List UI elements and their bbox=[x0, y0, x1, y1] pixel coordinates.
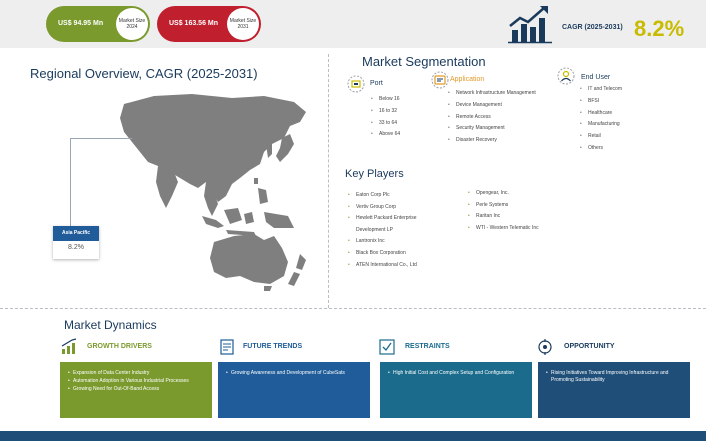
market-size-2031-value: US$ 163.56 Mn bbox=[169, 20, 219, 27]
key-players-list-2: Opengear, Inc. Perle Systems Raritan Inc… bbox=[468, 188, 539, 235]
restraints-heading: RESTRAINTS bbox=[405, 343, 450, 350]
opportunity-icon bbox=[538, 339, 552, 355]
list-item: Black Box Corporation bbox=[348, 248, 417, 260]
regional-overview-title: Regional Overview, CAGR (2025-2031) bbox=[30, 66, 258, 81]
future-trends-card: Growing Awareness and Development of Cub… bbox=[218, 362, 370, 418]
growth-drivers-heading: GROWTH DRIVERS bbox=[87, 343, 152, 350]
opportunity-card: Rising Initiatives Toward Improving Infr… bbox=[538, 362, 690, 418]
application-heading: Application bbox=[450, 76, 485, 83]
bottom-bar bbox=[0, 431, 706, 441]
port-list: Below 16 16 to 32 33 to 64 Above 64 bbox=[371, 94, 400, 141]
list-item: Raritan Inc bbox=[468, 211, 539, 223]
list-item: 33 to 64 bbox=[371, 118, 400, 130]
horizontal-divider bbox=[0, 308, 706, 309]
key-players-title: Key Players bbox=[345, 168, 404, 180]
list-item: Eaton Corp Plc bbox=[348, 190, 417, 202]
application-icon bbox=[431, 71, 449, 89]
application-list: Network Infrastructure Management Device… bbox=[448, 88, 536, 147]
market-size-year: 2031 bbox=[237, 24, 249, 30]
list-item: Retail bbox=[580, 131, 622, 143]
cagr-label: CAGR (2025-2031) bbox=[562, 24, 623, 31]
market-size-2024-badge: Market Size 2024 bbox=[116, 8, 148, 40]
end-user-heading: End User bbox=[581, 74, 611, 81]
list-item: Development LP bbox=[356, 226, 393, 233]
vertical-divider bbox=[328, 54, 329, 308]
list-item: Automation Adoption in Various Industria… bbox=[68, 378, 208, 385]
region-callout: Asia Pacific 8.2% bbox=[53, 226, 99, 259]
growth-drivers-card: Expansion of Data Center Industry Automa… bbox=[60, 362, 212, 418]
restraints-icon bbox=[379, 339, 395, 355]
port-heading: Port bbox=[370, 80, 383, 87]
list-item: Vertiv Group Corp bbox=[348, 202, 417, 214]
segmentation-title: Market Segmentation bbox=[362, 54, 486, 69]
list-item: IT and Telecom bbox=[580, 84, 622, 96]
list-item: Growing Awareness and Development of Cub… bbox=[226, 370, 366, 377]
list-item: Rising Initiatives Toward Improving Infr… bbox=[546, 370, 686, 384]
list-item: WTI - Western Telematic Inc bbox=[468, 223, 539, 235]
market-size-2024-pill: US$ 94.95 Mn Market Size 2024 bbox=[46, 6, 150, 42]
region-connector bbox=[70, 138, 71, 228]
growth-drivers-icon bbox=[61, 338, 77, 354]
restraints-card: High Initial Cost and Complex Setup and … bbox=[380, 362, 532, 418]
list-item: 16 to 32 bbox=[371, 106, 400, 118]
list-item: Disaster Recovery bbox=[448, 135, 536, 147]
end-user-icon bbox=[557, 67, 575, 85]
future-trends-icon bbox=[220, 339, 234, 355]
list-item: Expansion of Data Center Industry bbox=[68, 370, 208, 377]
region-connector bbox=[70, 138, 132, 139]
market-size-year: 2024 bbox=[126, 24, 138, 30]
market-size-2031-badge: Market Size 2031 bbox=[227, 8, 259, 40]
list-item: High Initial Cost and Complex Setup and … bbox=[388, 370, 528, 377]
opportunity-heading: OPPORTUNITY bbox=[564, 343, 615, 350]
list-item: ATEN International Co., Ltd bbox=[348, 260, 417, 272]
list-item: Lantronix Inc bbox=[348, 236, 417, 248]
list-item: Healthcare bbox=[580, 108, 622, 120]
list-item: Security Management bbox=[448, 123, 536, 135]
list-item: Manufacturing bbox=[580, 119, 622, 131]
list-item: Hewlett Packard Enterprise bbox=[348, 213, 417, 225]
future-trends-heading: FUTURE TRENDS bbox=[243, 343, 303, 350]
list-item: Opengear, Inc. bbox=[468, 188, 539, 200]
asia-pacific-map bbox=[120, 94, 306, 291]
region-cagr: 8.2% bbox=[68, 244, 84, 251]
growth-chart-icon bbox=[508, 6, 552, 44]
port-icon bbox=[347, 75, 365, 93]
list-item: Device Management bbox=[448, 100, 536, 112]
region-name: Asia Pacific bbox=[53, 226, 99, 241]
list-item: Above 64 bbox=[371, 129, 400, 141]
cagr-value: 8.2% bbox=[634, 16, 685, 41]
list-item: Network Infrastructure Management bbox=[448, 88, 536, 100]
list-item: Remote Access bbox=[448, 112, 536, 124]
list-item: BFSI bbox=[580, 96, 622, 108]
list-item: Others bbox=[580, 143, 622, 155]
market-size-2024-value: US$ 94.95 Mn bbox=[58, 20, 104, 27]
end-user-list: IT and Telecom BFSI Healthcare Manufactu… bbox=[580, 84, 622, 155]
key-players-list-1: Eaton Corp Plc Vertiv Group Corp Hewlett… bbox=[348, 190, 417, 272]
market-dynamics-title: Market Dynamics bbox=[64, 318, 157, 332]
list-item: Below 16 bbox=[371, 94, 400, 106]
market-size-2031-pill: US$ 163.56 Mn Market Size 2031 bbox=[157, 6, 261, 42]
list-item: Perle Systems bbox=[468, 200, 539, 212]
list-item: Growing Need for Out-Of-Band Access bbox=[68, 386, 208, 393]
